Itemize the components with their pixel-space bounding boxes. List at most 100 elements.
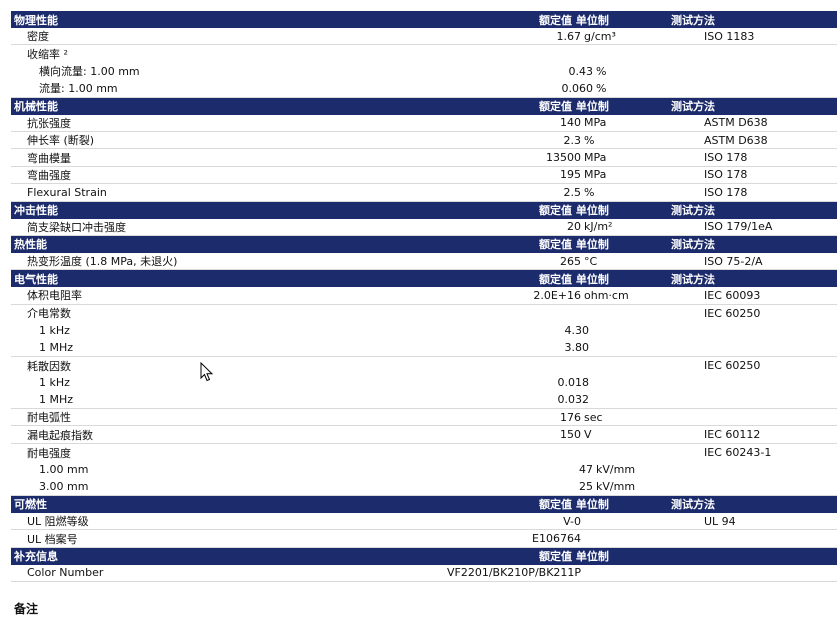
property-unit: MPa	[584, 151, 607, 165]
property-name: Color Number	[27, 566, 104, 580]
column-header-value-unit: 额定值 单位制	[539, 238, 609, 252]
property-row: 热变形温度 (1.8 MPa, 未退火) 265 °C ISO 75-2/A	[11, 253, 837, 271]
property-name: UL 档案号	[27, 532, 78, 546]
property-value: 3.80	[564, 341, 590, 355]
section-title: 可燃性	[14, 498, 47, 512]
property-name: 耐电强度	[27, 446, 71, 460]
property-value: 150	[560, 428, 581, 442]
property-unit: g/cm³	[584, 29, 616, 43]
property-name: 耐电弧性	[27, 411, 71, 425]
property-name: 3.00 mm	[39, 480, 89, 494]
property-unit	[581, 48, 584, 61]
column-header-test-method: 测试方法	[671, 204, 715, 218]
column-header-value-unit: 额定值 单位制	[539, 100, 609, 114]
property-unit: ohm·cm	[584, 288, 629, 302]
property-row: 耐电弧性 176 sec	[11, 409, 837, 427]
property-unit: MPa	[584, 168, 607, 182]
property-value: 140	[560, 116, 581, 130]
test-method: ASTM D638	[704, 133, 768, 147]
property-row: 耐电强度 IEC 60243-1	[11, 444, 837, 461]
property-unit	[581, 446, 584, 459]
column-header-test-method: 测试方法	[671, 238, 715, 252]
property-name: 弯曲模量	[27, 151, 71, 165]
property-value: 0.43	[568, 64, 594, 78]
test-method: ISO 178	[704, 168, 748, 182]
column-header-value-unit: 额定值 单位制	[539, 550, 609, 564]
property-name: 1 MHz	[39, 393, 74, 407]
property-row: Flexural Strain 2.5% ISO 178	[11, 184, 837, 202]
property-unit: %	[584, 185, 595, 199]
property-value: 2.3	[563, 133, 582, 147]
property-value: 0.032	[557, 393, 590, 407]
section-header: 可燃性 额定值 单位制 测试方法	[11, 495, 837, 513]
test-method: ASTM D638	[704, 116, 768, 130]
test-method: IEC 60243-1	[704, 446, 772, 459]
property-unit: sec	[584, 410, 603, 424]
property-name: 1 kHz	[39, 376, 70, 390]
column-header-test-method: 测试方法	[671, 272, 715, 286]
section-title: 机械性能	[14, 100, 58, 114]
test-method: ISO 178	[704, 185, 748, 199]
property-row: 1 kHz 4.30	[11, 322, 837, 339]
property-row: UL 档案号 E106764	[11, 530, 837, 548]
property-name: 弯曲强度	[27, 168, 71, 182]
column-header-value-unit: 额定值 单位制	[539, 498, 609, 512]
property-row: 弯曲强度 195 MPa ISO 178	[11, 167, 837, 185]
test-method: ISO 179/1eA	[704, 220, 773, 234]
property-value: 20	[567, 220, 581, 234]
property-row: 弯曲模量 13500 MPa ISO 178	[11, 149, 837, 167]
property-unit	[581, 532, 584, 545]
section-title: 物理性能	[14, 13, 58, 27]
property-unit: °C	[584, 254, 598, 268]
property-name: UL 阻燃等级	[27, 515, 89, 529]
property-value: 176	[560, 410, 581, 424]
column-header-test-method: 测试方法	[671, 100, 715, 114]
property-row: 流量: 1.00 mm 0.060%	[11, 80, 837, 98]
property-name: 收缩率 ²	[27, 48, 68, 62]
property-row: 1 kHz 0.018	[11, 374, 837, 391]
column-header-test-method: 测试方法	[671, 498, 715, 512]
test-method: IEC 60250	[704, 359, 761, 373]
property-value: 2.5	[563, 185, 582, 199]
property-value: 1.67	[556, 29, 582, 43]
property-row: 密度 1.67 g/cm³ ISO 1183	[11, 28, 837, 46]
property-unit: kV/mm	[596, 463, 636, 477]
test-method: IEC 60112	[704, 428, 761, 442]
property-row: 收缩率 ²	[11, 45, 837, 62]
test-method: ISO 75-2/A	[704, 254, 763, 268]
property-name: Flexural Strain	[27, 185, 107, 199]
property-unit	[581, 515, 584, 528]
property-value: 265	[560, 254, 581, 268]
property-name: 介电常数	[27, 307, 71, 321]
property-value: 195	[560, 168, 581, 182]
property-row: 伸长率 (断裂) 2.3% ASTM D638	[11, 132, 837, 150]
column-header-value-unit: 额定值 单位制	[539, 13, 609, 27]
property-value: 47	[579, 463, 593, 477]
property-unit: %	[584, 133, 595, 147]
property-row: 简支梁缺口冲击强度 20 kJ/m² ISO 179/1eA	[11, 219, 837, 236]
property-name: 抗张强度	[27, 116, 71, 130]
property-name: 1.00 mm	[39, 463, 89, 477]
property-unit: kJ/m²	[584, 220, 613, 234]
property-value: 25	[579, 480, 593, 494]
property-name: 伸长率 (断裂)	[27, 134, 95, 148]
property-name: 漏电起痕指数	[27, 428, 93, 442]
section-header: 电气性能 额定值 单位制 测试方法	[11, 270, 837, 288]
test-method: ISO 178	[704, 151, 748, 165]
property-value: 0.060	[561, 81, 594, 95]
property-row: 横向流量: 1.00 mm 0.43%	[11, 63, 837, 80]
property-name: 1 MHz	[39, 341, 74, 355]
property-row: 漏电起痕指数 150 V IEC 60112	[11, 426, 837, 444]
notes-heading: 备注	[14, 602, 39, 616]
section-header: 冲击性能 额定值 单位制 测试方法	[11, 201, 837, 219]
property-name: 耗散因数	[27, 359, 71, 373]
property-value: E106764	[532, 532, 581, 546]
property-unit: MPa	[584, 116, 607, 130]
property-unit: %	[596, 81, 607, 95]
property-row: UL 阻燃等级 V-0 UL 94	[11, 513, 837, 531]
property-name: 简支梁缺口冲击强度	[27, 220, 126, 234]
property-value: 4.30	[564, 324, 590, 338]
test-method: ISO 1183	[704, 29, 755, 43]
property-unit	[589, 341, 592, 354]
section-title: 冲击性能	[14, 204, 58, 218]
